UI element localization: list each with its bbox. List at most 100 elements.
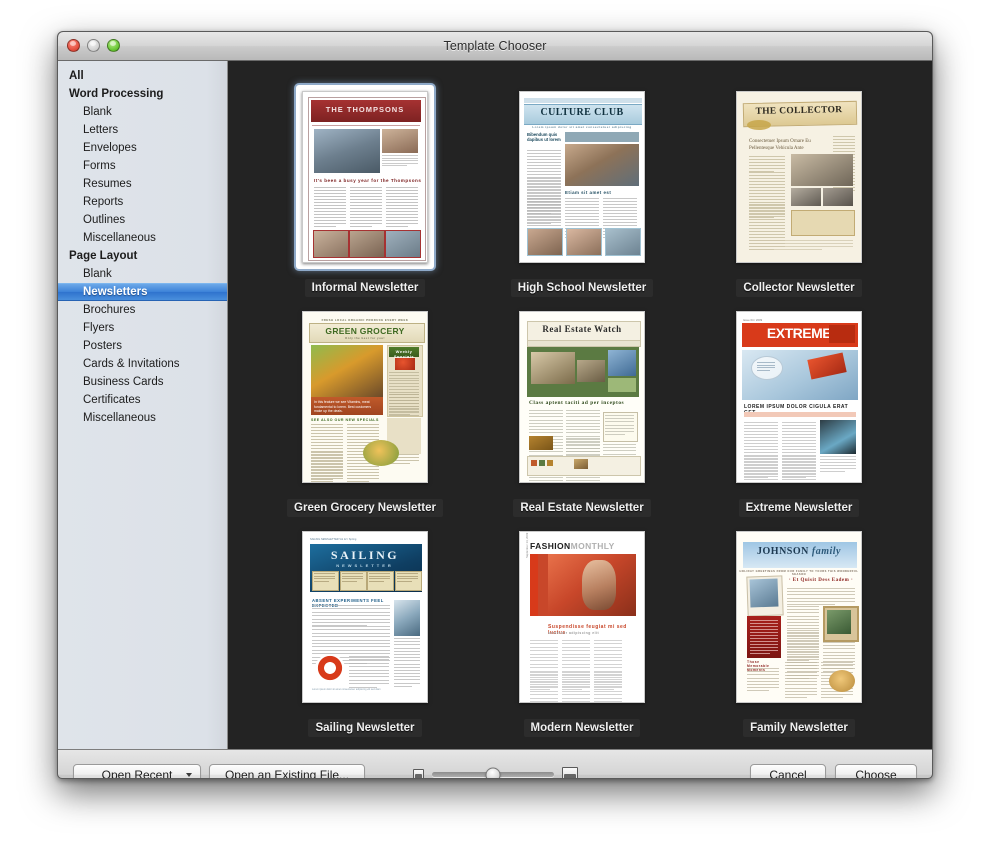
sidebar-item-posters[interactable]: Posters: [58, 337, 227, 355]
sidebar-item-label: Outlines: [83, 214, 126, 226]
window-title: Template Chooser: [443, 39, 547, 53]
template-thumbnail-frame[interactable]: Issue 04 / 2009 EXTREME LOREM IPSUM DOLOR …: [730, 305, 868, 489]
template-cell[interactable]: THE THOMPSONS It's been a busy year for t…: [257, 85, 474, 305]
template-thumbnail-frame[interactable]: FRESH LOCAL ORGANIC PRODUCE EVERY WEEK GR…: [296, 305, 434, 489]
template-preview: SAILING NEWSLETTER Vol 12 / Spring SAILIN…: [302, 531, 428, 703]
sidebar-item-label: Resumes: [83, 178, 132, 190]
sidebar-item-label: Cards & Invitations: [83, 358, 180, 370]
minimize-button[interactable]: [87, 39, 100, 52]
sidebar-item-resumes[interactable]: Resumes: [58, 175, 227, 193]
template-gallery: THE THOMPSONS It's been a busy year for t…: [228, 61, 932, 749]
sidebar-item-label: Brochures: [83, 304, 136, 316]
template-cell[interactable]: THE COLLECTOR Consectetuer Ipsum Ornare E…: [691, 85, 908, 305]
template-preview: CULTURE CLUB Lorem ipsum dolor sit amet c…: [519, 91, 645, 263]
sidebar-item-label: Certificates: [83, 394, 141, 406]
template-label: Family Newsletter: [743, 719, 855, 737]
thumbnail-size-slider[interactable]: [431, 767, 554, 778]
template-thumbnail-frame[interactable]: SAILING NEWSLETTER Vol 12 / Spring SAILIN…: [296, 525, 434, 709]
sidebar-item-envelopes[interactable]: Envelopes: [58, 139, 227, 157]
template-cell[interactable]: Real Estate Watch Class aptent taciti ad …: [474, 305, 691, 525]
sidebar-item-business-cards[interactable]: Business Cards: [58, 373, 227, 391]
template-preview: THE COLLECTOR Consectetuer Ipsum Ornare E…: [736, 91, 862, 263]
zoom-button[interactable]: [107, 39, 120, 52]
sidebar-item-label: Posters: [83, 340, 122, 352]
sidebar-item-brochures[interactable]: Brochures: [58, 301, 227, 319]
sidebar-item-forms[interactable]: Forms: [58, 157, 227, 175]
template-cell[interactable]: JOHNSON family HOLIDAY GREETINGS FROM OUR…: [691, 525, 908, 745]
template-preview: Real Estate Watch Class aptent taciti ad …: [519, 311, 645, 483]
cancel-button[interactable]: Cancel: [750, 763, 826, 779]
open-recent-label: Open Recent: [101, 767, 173, 779]
window-controls: [67, 39, 120, 52]
sidebar-item-label: All: [69, 70, 84, 82]
open-existing-file-button[interactable]: Open an Existing File...: [209, 763, 365, 779]
template-label: Sailing Newsletter: [308, 719, 422, 737]
template-cell[interactable]: FRESH LOCAL ORGANIC PRODUCE EVERY WEEK GR…: [257, 305, 474, 525]
sidebar-item-label: Newsletters: [83, 286, 148, 298]
category-sidebar: All Word Processing Blank Letters Envelopes F…: [58, 61, 228, 749]
open-recent-button[interactable]: Open Recent: [73, 763, 201, 779]
template-thumbnail-frame[interactable]: JOHNSON family HOLIDAY GREETINGS FROM OUR…: [730, 525, 868, 709]
template-label: Extreme Newsletter: [738, 499, 860, 517]
sidebar-item-reports[interactable]: Reports: [58, 193, 227, 211]
sidebar-item-blank[interactable]: Blank: [58, 103, 227, 121]
sidebar-item-all[interactable]: All: [58, 67, 227, 85]
small-image-icon: [412, 769, 424, 778]
sidebar-item-label: Flyers: [83, 322, 115, 334]
template-label: Modern Newsletter: [523, 719, 641, 737]
sidebar-item-flyers[interactable]: Flyers: [58, 319, 227, 337]
choose-label: Choose: [855, 767, 897, 779]
sidebar-item-label: Reports: [83, 196, 124, 208]
template-cell[interactable]: FASHIONMONTHLY September 14, 2009 Suspendi…: [474, 525, 691, 745]
sidebar-item-label: Business Cards: [83, 376, 164, 388]
template-cell[interactable]: CULTURE CLUB Lorem ipsum dolor sit amet c…: [474, 85, 691, 305]
choose-button[interactable]: Choose: [835, 763, 917, 779]
large-image-icon: [561, 766, 578, 778]
chevron-down-icon: [186, 772, 192, 777]
sidebar-item-newsletters[interactable]: Newsletters: [58, 283, 227, 301]
template-thumbnail-frame[interactable]: CULTURE CLUB Lorem ipsum dolor sit amet c…: [513, 85, 651, 269]
sidebar-item-miscellaneous[interactable]: Miscellaneous: [58, 229, 227, 247]
window-body: All Word Processing Blank Letters Envelopes F…: [58, 61, 932, 749]
template-chooser-window: Template Chooser All Word Processing Blank…: [57, 31, 933, 779]
bottom-toolbar: Open Recent Open an Existing File... Can…: [58, 749, 932, 779]
sidebar-item-label: Blank: [83, 268, 112, 280]
dialog-actions: Cancel Choose: [750, 763, 917, 779]
sidebar-item-outlines[interactable]: Outlines: [58, 211, 227, 229]
sidebar-item-miscellaneous[interactable]: Miscellaneous: [58, 409, 227, 427]
window-titlebar: Template Chooser: [58, 32, 932, 61]
template-grid: THE THOMPSONS It's been a busy year for t…: [232, 85, 932, 745]
cancel-label: Cancel: [769, 767, 807, 779]
template-preview: THE THOMPSONS It's been a busy year for t…: [302, 91, 428, 263]
slider-thumb[interactable]: [485, 767, 500, 778]
sidebar-item-blank[interactable]: Blank: [58, 265, 227, 283]
template-preview: FRESH LOCAL ORGANIC PRODUCE EVERY WEEK GR…: [302, 311, 428, 483]
sidebar-item-cards-invitations[interactable]: Cards & Invitations: [58, 355, 227, 373]
template-label: Green Grocery Newsletter: [287, 499, 443, 517]
sidebar-item-label: Forms: [83, 160, 116, 172]
template-label: Real Estate Newsletter: [513, 499, 651, 517]
sidebar-item-certificates[interactable]: Certificates: [58, 391, 227, 409]
template-label: Informal Newsletter: [304, 279, 426, 297]
template-label: High School Newsletter: [510, 279, 654, 297]
close-button[interactable]: [67, 39, 80, 52]
sidebar-item-label: Miscellaneous: [83, 412, 156, 424]
template-thumbnail-frame[interactable]: THE THOMPSONS It's been a busy year for t…: [296, 85, 434, 269]
template-preview: JOHNSON family HOLIDAY GREETINGS FROM OUR…: [736, 531, 862, 703]
open-existing-label: Open an Existing File...: [224, 767, 350, 779]
template-preview: FASHIONMONTHLY September 14, 2009 Suspendi…: [519, 531, 645, 703]
sidebar-item-word-processing[interactable]: Word Processing: [58, 85, 227, 103]
sidebar-item-label: Miscellaneous: [83, 232, 156, 244]
sidebar-item-label: Letters: [83, 124, 119, 136]
template-thumbnail-frame[interactable]: Real Estate Watch Class aptent taciti ad …: [513, 305, 651, 489]
template-preview: Issue 04 / 2009 EXTREME LOREM IPSUM DOLOR …: [736, 311, 862, 483]
template-thumbnail-frame[interactable]: THE COLLECTOR Consectetuer Ipsum Ornare E…: [730, 85, 868, 269]
template-cell[interactable]: Issue 04 / 2009 EXTREME LOREM IPSUM DOLOR …: [691, 305, 908, 525]
template-cell[interactable]: SAILING NEWSLETTER Vol 12 / Spring SAILIN…: [257, 525, 474, 745]
sidebar-item-label: Blank: [83, 106, 112, 118]
sidebar-item-letters[interactable]: Letters: [58, 121, 227, 139]
template-label: Collector Newsletter: [736, 279, 862, 297]
sidebar-item-page-layout[interactable]: Page Layout: [58, 247, 227, 265]
sidebar-item-label: Page Layout: [69, 250, 138, 262]
template-thumbnail-frame[interactable]: FASHIONMONTHLY September 14, 2009 Suspendi…: [513, 525, 651, 709]
